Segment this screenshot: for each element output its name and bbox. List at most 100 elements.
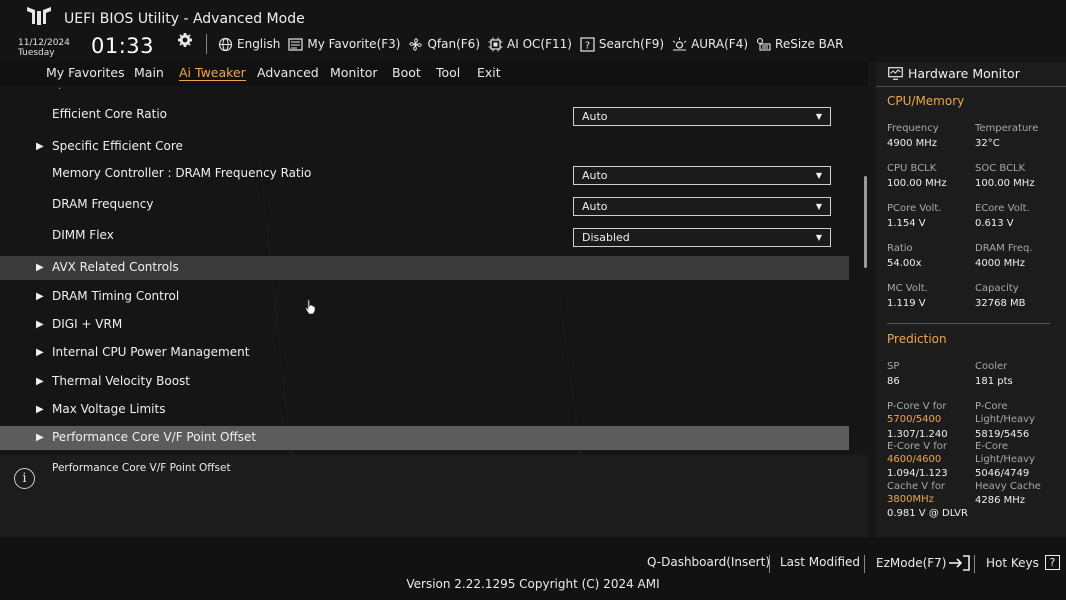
- dropdown-value: Auto: [582, 200, 608, 213]
- submenu-specific-efficient-core[interactable]: Specific Efficient Core: [52, 139, 183, 153]
- dimm-flex-dropdown[interactable]: Disabled ▼: [573, 228, 831, 247]
- hot-keys-label: Hot Keys: [986, 555, 1039, 570]
- dram-frequency-dropdown[interactable]: Auto ▼: [573, 197, 831, 216]
- submenu-internal-cpu-power-management[interactable]: Internal CPU Power Management: [52, 345, 249, 359]
- gear-icon[interactable]: [177, 32, 193, 48]
- tab-tool[interactable]: Tool: [436, 65, 460, 80]
- search-label: Search(F9): [598, 37, 665, 51]
- hw-label-ecore-volt: ECore Volt.: [975, 203, 1030, 214]
- resize-bar-button[interactable]: ReSize BAR: [756, 37, 843, 52]
- ai-oc-button[interactable]: AI OC(F11): [488, 37, 572, 52]
- hw-label-heavy-cache: Heavy Cache: [975, 481, 1041, 492]
- caret-down-icon: ▼: [815, 171, 822, 180]
- last-modified-button[interactable]: Last Modified: [780, 555, 860, 569]
- submenu-arrow-icon: ▶: [36, 376, 44, 387]
- submenu-arrow-icon: ▶: [36, 291, 44, 302]
- hw-value-mc-volt: 1.119 V: [887, 298, 926, 309]
- hw-label-sp: SP: [887, 361, 900, 372]
- submenu-max-voltage-limits[interactable]: Max Voltage Limits: [52, 402, 165, 416]
- submenu-dram-timing-control[interactable]: DRAM Timing Control: [52, 289, 179, 303]
- hw-value-cpu-bclk: 100.00 MHz: [887, 178, 947, 189]
- hw-value-soc-bclk: 100.00 MHz: [975, 178, 1035, 189]
- hardware-monitor-title: Hardware Monitor: [908, 66, 1020, 81]
- dropdown-value: Auto: [582, 169, 608, 182]
- tab-main[interactable]: Main: [134, 65, 164, 80]
- weekday-text: Tuesday: [18, 48, 55, 58]
- tab-ai-tweaker[interactable]: Ai Tweaker: [179, 65, 246, 81]
- ezmode-button[interactable]: EzMode(F7): [876, 555, 971, 571]
- clock-display[interactable]: 01:33: [91, 34, 154, 58]
- setting-label-efficient-core-ratio[interactable]: Efficient Core Ratio: [52, 107, 167, 121]
- submenu-arrow-icon: ▶: [36, 347, 44, 358]
- language-label: English: [237, 37, 281, 51]
- aura-icon: [672, 37, 687, 50]
- hw-label-pcore-v-for: P-Core V for 5700/5400: [887, 401, 947, 426]
- hot-keys-button[interactable]: Hot Keys ?: [986, 555, 1060, 570]
- ecore-lh-label1: E-Core: [975, 441, 1009, 452]
- submenu-avx-related-controls[interactable]: AVX Related Controls: [52, 260, 179, 274]
- search-button[interactable]: ? Search(F9): [580, 36, 665, 52]
- qfan-button[interactable]: Qfan(F6): [408, 37, 480, 52]
- settings-list: · Efficient Core Ratio Auto ▼ ▶ Specific…: [0, 84, 868, 450]
- caret-down-icon: ▼: [815, 233, 822, 242]
- settings-scrollbar[interactable]: [864, 176, 867, 268]
- submenu-thermal-velocity-boost[interactable]: Thermal Velocity Boost: [52, 374, 190, 388]
- cache-v-freq-text: 3800MHz: [887, 493, 934, 505]
- hw-value-pcore-light-heavy: 5819/5456: [975, 429, 1030, 440]
- memory-controller-ratio-dropdown[interactable]: Auto ▼: [573, 166, 831, 185]
- tab-monitor[interactable]: Monitor: [330, 65, 378, 80]
- hw-label-cache-v-for: Cache V for 3800MHz: [887, 481, 945, 506]
- my-favorite-button[interactable]: My Favorite(F3): [288, 37, 400, 52]
- caret-down-icon: ▼: [815, 112, 822, 121]
- submenu-arrow-icon: ▶: [36, 319, 44, 330]
- q-dashboard-button[interactable]: Q-Dashboard(Insert): [647, 555, 770, 569]
- ecore-v-freq-text: 4600/4600: [887, 453, 942, 465]
- aura-button[interactable]: AURA(F4): [672, 37, 748, 52]
- svg-text:?: ?: [585, 40, 590, 51]
- submenu-arrow-icon: ▶: [36, 432, 44, 443]
- ecore-v-label-text: E-Core V for: [887, 441, 948, 452]
- footer-bar: Q-Dashboard(Insert) Last Modified EzMode…: [0, 537, 1066, 600]
- hw-label-pcore-volt: PCore Volt.: [887, 203, 942, 214]
- hw-value-pcore-volt: 1.154 V: [887, 218, 926, 229]
- main-nav: My Favorites Main Ai Tweaker Advanced Mo…: [0, 62, 868, 86]
- resize-bar-label: ReSize BAR: [775, 37, 844, 51]
- ezmode-label: EzMode(F7): [876, 556, 947, 570]
- search-icon: ?: [580, 36, 595, 52]
- tab-advanced[interactable]: Advanced: [257, 65, 319, 80]
- setting-label-dram-frequency[interactable]: DRAM Frequency: [52, 197, 153, 211]
- hw-section-divider: [887, 323, 1050, 324]
- cpu-memory-section-title: CPU/Memory: [887, 94, 965, 108]
- hw-value-cooler: 181 pts: [975, 376, 1013, 387]
- caret-down-icon: ▼: [815, 202, 822, 211]
- hw-divider: [876, 86, 1066, 87]
- language-button[interactable]: English: [218, 37, 280, 52]
- hw-value-ratio: 54.00x: [887, 258, 922, 269]
- setting-label-memory-controller-ratio[interactable]: Memory Controller : DRAM Frequency Ratio: [52, 166, 311, 180]
- favorite-icon: [288, 37, 303, 51]
- globe-icon: [218, 37, 233, 51]
- copyright-text: Version 2.22.1295 Copyright (C) 2024 AMI: [406, 577, 660, 591]
- hw-value-capacity: 32768 MB: [975, 298, 1026, 309]
- dropdown-value: Disabled: [582, 231, 630, 244]
- hw-label-frequency: Frequency: [887, 123, 939, 134]
- hw-value-pcore-v: 1.307/1.240: [887, 429, 948, 440]
- hw-label-dram-freq: DRAM Freq.: [975, 243, 1033, 254]
- header-separator: [206, 34, 207, 54]
- tab-boot[interactable]: Boot: [392, 65, 421, 80]
- hw-label-capacity: Capacity: [975, 283, 1019, 294]
- hw-value-ecore-light-heavy: 5046/4749: [975, 468, 1030, 479]
- footer-separator: [864, 555, 865, 573]
- hw-label-mc-volt: MC Volt.: [887, 283, 928, 294]
- qfan-label: Qfan(F6): [427, 37, 480, 51]
- efficient-core-ratio-dropdown[interactable]: Auto ▼: [573, 107, 831, 126]
- setting-label-dimm-flex[interactable]: DIMM Flex: [52, 228, 114, 242]
- tab-my-favorites[interactable]: My Favorites: [46, 65, 125, 80]
- exit-to-ezmode-icon: [949, 555, 971, 571]
- hw-label-cooler: Cooler: [975, 361, 1008, 372]
- tab-exit[interactable]: Exit: [477, 65, 501, 80]
- hw-value-frequency: 4900 MHz: [887, 138, 938, 149]
- submenu-digi-vrm[interactable]: DIGI + VRM: [52, 317, 122, 331]
- submenu-performance-core-vf-point-offset[interactable]: Performance Core V/F Point Offset: [52, 430, 256, 444]
- hand-cursor-icon: [305, 299, 316, 315]
